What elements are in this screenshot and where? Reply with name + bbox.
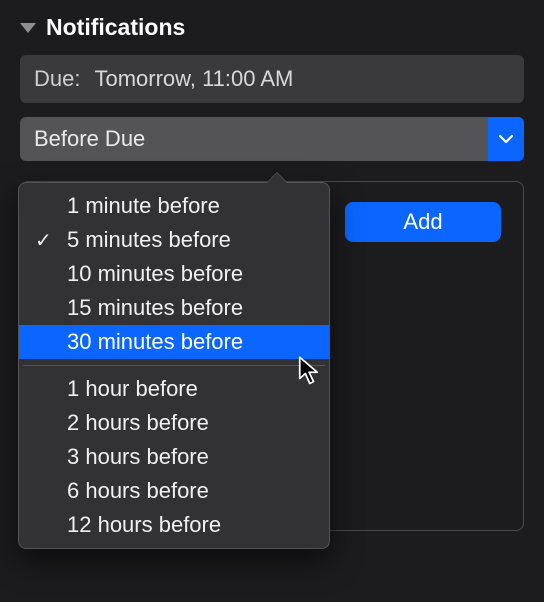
due-value: Tomorrow, 11:00 AM [94,66,293,92]
due-label: Due: [34,66,80,92]
menu-item[interactable]: 10 minutes before [19,257,329,291]
menu-item-label: 10 minutes before [67,261,243,287]
menu-item-label: 2 hours before [67,410,209,436]
menu-item[interactable]: 30 minutes before [19,325,329,359]
menu-item-label: 1 hour before [67,376,198,402]
menu-item-label: 15 minutes before [67,295,243,321]
menu-item-label: 3 hours before [67,444,209,470]
menu-separator [23,365,325,366]
menu-item[interactable]: 15 minutes before [19,291,329,325]
menu-item[interactable]: 12 hours before [19,508,329,542]
menu-item[interactable]: ✓ 5 minutes before [19,223,329,257]
menu-item-label: 6 hours before [67,478,209,504]
menu-item[interactable]: 2 hours before [19,406,329,440]
menu-item[interactable]: 3 hours before [19,440,329,474]
before-due-dropdown[interactable]: Before Due [20,117,524,161]
menu-item-label: 5 minutes before [67,227,231,253]
menu-pointer-icon [267,173,287,183]
menu-item[interactable]: 1 hour before [19,372,329,406]
section-title: Notifications [46,14,185,41]
disclosure-triangle-icon[interactable] [20,23,36,33]
dropdown-label: Before Due [34,126,145,152]
add-button-label: Add [403,209,442,235]
time-before-menu[interactable]: 1 minute before ✓ 5 minutes before 10 minut… [18,182,330,549]
section-header[interactable]: Notifications [20,14,524,41]
menu-item-label: 12 hours before [67,512,221,538]
chevron-down-icon [499,134,513,144]
menu-item[interactable]: 1 minute before [19,189,329,223]
checkmark-icon: ✓ [35,228,52,253]
menu-item-label: 1 minute before [67,193,220,219]
due-row[interactable]: Due: Tomorrow, 11:00 AM [20,55,524,103]
add-button[interactable]: Add [345,202,501,242]
menu-item-label: 30 minutes before [67,329,243,355]
menu-item[interactable]: 6 hours before [19,474,329,508]
dropdown-arrow[interactable] [488,117,524,161]
